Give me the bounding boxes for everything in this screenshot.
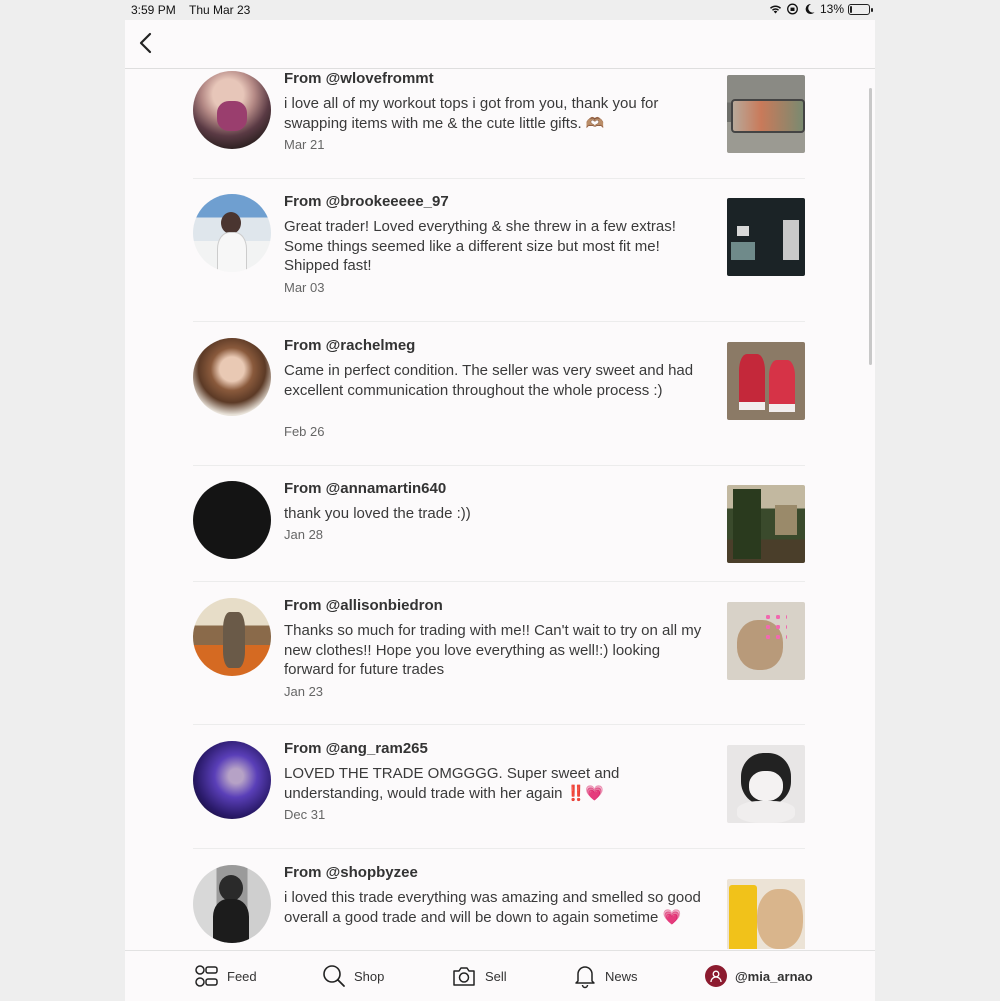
- review-date: Jan 23: [284, 684, 324, 699]
- reviewer-handle[interactable]: From @rachelmeg: [284, 337, 415, 354]
- reviewer-avatar[interactable]: [193, 338, 271, 416]
- divider: [193, 848, 805, 849]
- status-time: 3:59 PM: [131, 3, 176, 17]
- item-thumbnail[interactable]: [727, 75, 805, 153]
- review-text: i love all of my workout tops i got from…: [284, 95, 659, 132]
- bottom-tab-bar: Feed Shop Sell News @mia_arnao: [125, 950, 875, 1001]
- status-date: Thu Mar 23: [189, 3, 251, 17]
- tab-label: News: [605, 968, 638, 984]
- tab-label: @mia_arnao: [735, 968, 813, 984]
- moon-icon: [805, 3, 815, 14]
- review-date: Jan 28: [284, 527, 324, 542]
- reviewer-handle[interactable]: From @annamartin640: [284, 480, 446, 497]
- review-text: Came in perfect condition. The seller wa…: [284, 362, 694, 399]
- divider: [193, 465, 805, 466]
- review-text: thank you loved the trade :)): [284, 505, 471, 522]
- reviewer-handle[interactable]: From @shopbyzee: [284, 864, 418, 881]
- tab-label: Feed: [227, 968, 257, 984]
- chevron-left-icon[interactable]: [135, 30, 159, 56]
- battery-icon: [848, 3, 873, 15]
- tab-profile[interactable]: @mia_arnao: [705, 951, 813, 1001]
- search-icon: [323, 965, 345, 987]
- feed-icon: [195, 965, 218, 987]
- review-date: Dec 31: [284, 807, 326, 822]
- item-thumbnail[interactable]: [727, 602, 805, 680]
- review-date: Mar 03: [284, 280, 325, 295]
- reviewer-avatar[interactable]: [193, 598, 271, 676]
- reviewer-avatar[interactable]: [193, 194, 271, 272]
- status-indicators: 13%: [769, 2, 873, 16]
- review-text: LOVED THE TRADE OMGGGG. Super sweet and …: [284, 765, 620, 802]
- reviewer-handle[interactable]: From @allisonbiedron: [284, 597, 443, 614]
- item-thumbnail[interactable]: [727, 745, 805, 823]
- orientation-lock-icon: [787, 3, 798, 15]
- review-date: Feb 26: [284, 424, 325, 439]
- reviewer-handle[interactable]: From @wlovefrommt: [284, 70, 434, 87]
- tab-news[interactable]: News: [573, 951, 638, 1001]
- tab-label: Shop: [354, 968, 385, 984]
- reviewer-avatar[interactable]: [193, 71, 271, 149]
- review-date: Mar 21: [284, 137, 325, 152]
- review-text: Great trader! Loved everything & she thr…: [284, 218, 676, 275]
- item-thumbnail[interactable]: [727, 342, 805, 420]
- divider: [193, 321, 805, 322]
- tab-label: Sell: [485, 968, 507, 984]
- reviewer-avatar[interactable]: [193, 741, 271, 819]
- reviewer-handle[interactable]: From @ang_ram265: [284, 740, 428, 757]
- reviewer-avatar[interactable]: [193, 865, 271, 943]
- scrollbar[interactable]: [869, 88, 872, 365]
- status-bar: 3:59 PM Thu Mar 23 13%: [0, 0, 1000, 20]
- review-text: Thanks so much for trading with me!! Can…: [284, 622, 702, 679]
- top-nav-bar: [125, 20, 875, 69]
- battery-percent: 13%: [819, 2, 844, 16]
- tab-feed[interactable]: Feed: [193, 951, 257, 1001]
- bell-icon: [575, 966, 595, 989]
- item-thumbnail[interactable]: [727, 198, 805, 276]
- wifi-icon: [769, 5, 781, 14]
- item-thumbnail[interactable]: [727, 485, 805, 563]
- tab-sell[interactable]: Sell: [451, 951, 507, 1001]
- divider: [193, 178, 805, 179]
- reviews-panel: From @wlovefrommt i love all of my worko…: [125, 20, 875, 1001]
- reviewer-avatar[interactable]: [193, 481, 271, 559]
- divider: [193, 724, 805, 725]
- tab-shop[interactable]: Shop: [322, 951, 384, 1001]
- profile-icon: [705, 965, 727, 987]
- reviewer-handle[interactable]: From @brookeeeee_97: [284, 193, 449, 210]
- reviews-list[interactable]: From @wlovefrommt i love all of my worko…: [125, 69, 875, 949]
- divider: [193, 581, 805, 582]
- camera-icon: [453, 967, 475, 986]
- item-thumbnail[interactable]: [727, 879, 805, 949]
- review-text: i loved this trade everything was amazin…: [284, 889, 701, 926]
